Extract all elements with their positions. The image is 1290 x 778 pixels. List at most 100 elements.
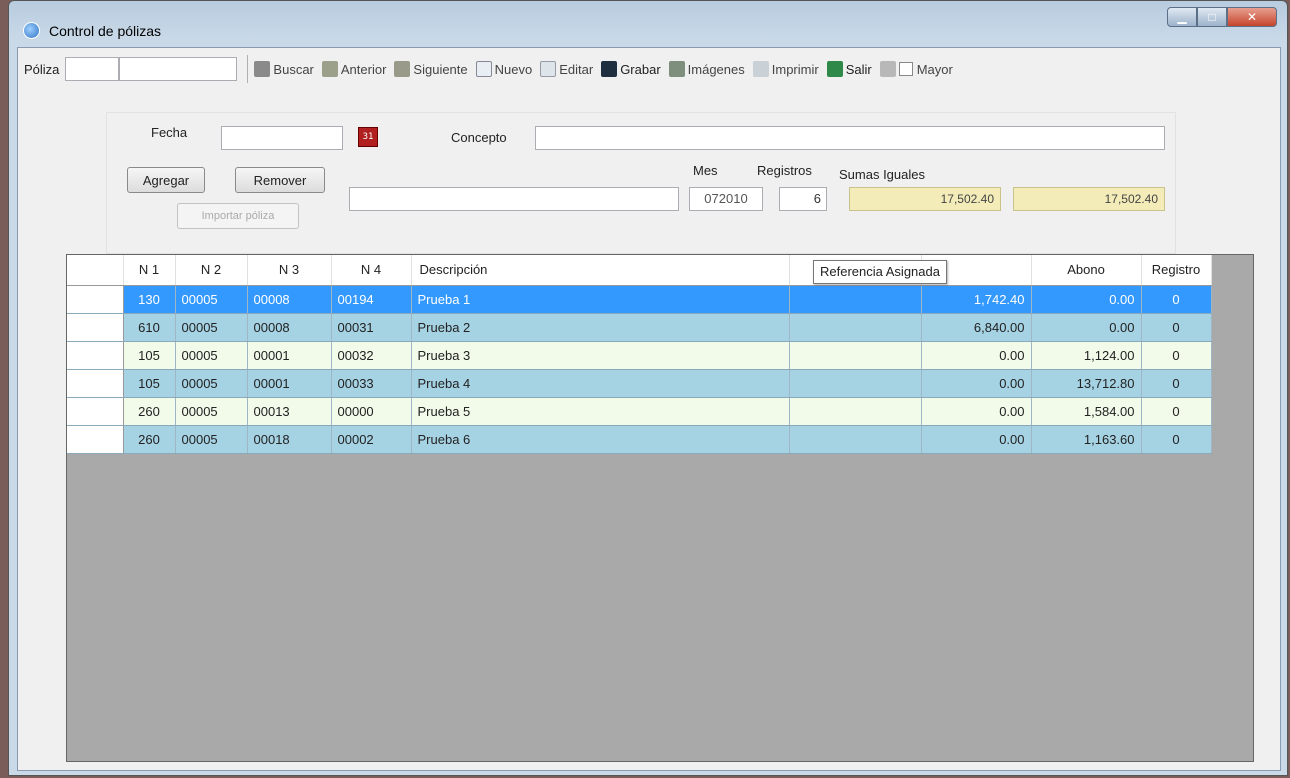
cell-n1[interactable]: 610 xyxy=(123,313,176,342)
row-header-cell[interactable] xyxy=(67,313,124,342)
grabar-button[interactable]: Grabar xyxy=(601,61,661,77)
col-registro-header[interactable]: Registro xyxy=(1141,255,1212,286)
cell-referencia[interactable] xyxy=(789,397,922,426)
cell-n2[interactable]: 00005 xyxy=(175,341,248,370)
imagenes-button[interactable]: Imágenes xyxy=(668,61,745,77)
entries-grid[interactable]: N 1 N 2 N 3 N 4 Descripción Abono Regist… xyxy=(66,254,1254,762)
remover-button[interactable]: Remover xyxy=(235,167,325,193)
poliza-description-input[interactable] xyxy=(119,57,238,81)
cell-registro[interactable]: 0 xyxy=(1141,285,1212,314)
col-descripcion-header[interactable]: Descripción xyxy=(411,255,790,286)
row-header-cell[interactable] xyxy=(67,341,124,370)
cell-cargo[interactable]: 0.00 xyxy=(921,397,1032,426)
table-row[interactable]: 105 00005 00001 00032 Prueba 3 0.00 1,12… xyxy=(67,341,1212,370)
editar-button[interactable]: Editar xyxy=(540,61,593,77)
cell-abono[interactable]: 0.00 xyxy=(1031,313,1142,342)
cell-n2[interactable]: 00005 xyxy=(175,313,248,342)
col-n4-header[interactable]: N 4 xyxy=(331,255,412,286)
anterior-button[interactable]: Anterior xyxy=(321,61,386,77)
cell-referencia[interactable] xyxy=(789,425,922,454)
cell-descripcion[interactable]: Prueba 1 xyxy=(411,285,790,314)
cell-descripcion[interactable]: Prueba 3 xyxy=(411,341,790,370)
cell-n3[interactable]: 00001 xyxy=(247,369,332,398)
table-row[interactable]: 260 00005 00018 00002 Prueba 6 0.00 1,16… xyxy=(67,425,1212,454)
cell-n1[interactable]: 260 xyxy=(123,397,176,426)
cell-n4[interactable]: 00194 xyxy=(331,285,412,314)
mayor-toggle[interactable]: Mayor xyxy=(879,61,953,77)
imprimir-button[interactable]: Imprimir xyxy=(752,61,819,77)
salir-button[interactable]: Salir xyxy=(826,61,872,77)
cell-n1[interactable]: 105 xyxy=(123,341,176,370)
cell-n3[interactable]: 00013 xyxy=(247,397,332,426)
col-n2-header[interactable]: N 2 xyxy=(175,255,248,286)
cell-n4[interactable]: 00032 xyxy=(331,341,412,370)
table-row[interactable]: 260 00005 00013 00000 Prueba 5 0.00 1,58… xyxy=(67,397,1212,426)
agregar-button[interactable]: Agregar xyxy=(127,167,205,193)
cell-n4[interactable]: 00002 xyxy=(331,425,412,454)
images-icon xyxy=(668,61,685,77)
cell-n2[interactable]: 00005 xyxy=(175,425,248,454)
cell-n3[interactable]: 00001 xyxy=(247,341,332,370)
cell-registro[interactable]: 0 xyxy=(1141,397,1212,426)
row-pointer-cell[interactable]: ▶ xyxy=(67,285,124,314)
cell-referencia[interactable] xyxy=(789,285,922,314)
cell-n3[interactable]: 00018 xyxy=(247,425,332,454)
importar-poliza-button[interactable]: Importar póliza xyxy=(177,203,299,229)
cell-registro[interactable]: 0 xyxy=(1141,369,1212,398)
cell-n1[interactable]: 260 xyxy=(123,425,176,454)
col-n1-header[interactable]: N 1 xyxy=(123,255,176,286)
nuevo-button[interactable]: Nuevo xyxy=(475,61,532,77)
cell-descripcion[interactable]: Prueba 6 xyxy=(411,425,790,454)
mes-field[interactable]: 072010 xyxy=(689,187,763,211)
cell-n4[interactable]: 00000 xyxy=(331,397,412,426)
cell-referencia[interactable] xyxy=(789,341,922,370)
cell-descripcion[interactable]: Prueba 4 xyxy=(411,369,790,398)
cell-abono[interactable]: 0.00 xyxy=(1031,285,1142,314)
cell-n2[interactable]: 00005 xyxy=(175,285,248,314)
cell-n2[interactable]: 00005 xyxy=(175,369,248,398)
cell-abono[interactable]: 1,124.00 xyxy=(1031,341,1142,370)
cell-abono[interactable]: 1,584.00 xyxy=(1031,397,1142,426)
cell-referencia[interactable] xyxy=(789,313,922,342)
cell-n2[interactable]: 00005 xyxy=(175,397,248,426)
cell-n3[interactable]: 00008 xyxy=(247,285,332,314)
cell-referencia[interactable] xyxy=(789,369,922,398)
cell-cargo[interactable]: 0.00 xyxy=(921,369,1032,398)
cell-registro[interactable]: 0 xyxy=(1141,425,1212,454)
cell-n4[interactable]: 00031 xyxy=(331,313,412,342)
table-row[interactable]: ▶ 130 00005 00008 00194 Prueba 1 1,742.4… xyxy=(67,285,1212,314)
close-button[interactable]: ✕ xyxy=(1227,7,1277,27)
column-tooltip: Referencia Asignada xyxy=(813,260,947,284)
siguiente-button[interactable]: Siguiente xyxy=(394,61,468,77)
cell-descripcion[interactable]: Prueba 2 xyxy=(411,313,790,342)
cell-descripcion[interactable]: Prueba 5 xyxy=(411,397,790,426)
col-n3-header[interactable]: N 3 xyxy=(247,255,332,286)
minimize-button[interactable]: ▁ xyxy=(1167,7,1197,27)
table-row[interactable]: 105 00005 00001 00033 Prueba 4 0.00 13,7… xyxy=(67,369,1212,398)
col-abono-header[interactable]: Abono xyxy=(1031,255,1142,286)
poliza-number-input[interactable] xyxy=(65,57,120,81)
mayor-checkbox[interactable] xyxy=(898,62,913,76)
table-row[interactable]: 610 00005 00008 00031 Prueba 2 6,840.00 … xyxy=(67,313,1212,342)
row-header-cell[interactable] xyxy=(67,425,124,454)
referencia-input[interactable] xyxy=(349,187,679,211)
cell-abono[interactable]: 13,712.80 xyxy=(1031,369,1142,398)
buscar-button[interactable]: Buscar xyxy=(254,61,314,77)
fecha-input[interactable] xyxy=(221,126,343,150)
cell-registro[interactable]: 0 xyxy=(1141,341,1212,370)
cell-cargo[interactable]: 6,840.00 xyxy=(921,313,1032,342)
concepto-input[interactable] xyxy=(535,126,1165,150)
cell-n4[interactable]: 00033 xyxy=(331,369,412,398)
cell-cargo[interactable]: 0.00 xyxy=(921,341,1032,370)
cell-registro[interactable]: 0 xyxy=(1141,313,1212,342)
cell-n3[interactable]: 00008 xyxy=(247,313,332,342)
cell-cargo[interactable]: 0.00 xyxy=(921,425,1032,454)
cell-n1[interactable]: 130 xyxy=(123,285,176,314)
row-header-cell[interactable] xyxy=(67,369,124,398)
cell-n1[interactable]: 105 xyxy=(123,369,176,398)
calendar-icon[interactable]: 31 xyxy=(358,127,378,147)
cell-cargo[interactable]: 1,742.40 xyxy=(921,285,1032,314)
maximize-button[interactable]: □ xyxy=(1197,7,1227,27)
row-header-cell[interactable] xyxy=(67,397,124,426)
cell-abono[interactable]: 1,163.60 xyxy=(1031,425,1142,454)
